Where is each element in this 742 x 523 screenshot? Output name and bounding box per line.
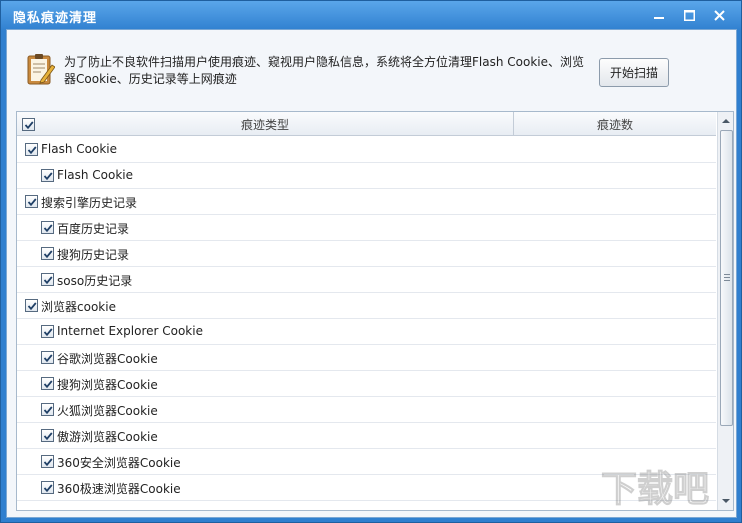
close-icon [713,9,725,21]
table-row[interactable]: 搜狗历史记录 [17,240,716,267]
table-row[interactable]: Flash Cookie [17,162,716,189]
title-bar[interactable]: 隐私痕迹清理 [1,1,741,29]
row-checkbox[interactable] [41,169,54,182]
row-label: 搜索引擎历史记录 [41,196,138,210]
minimize-icon [654,17,664,19]
row-label: 谷歌浏览器Cookie [57,352,158,366]
checkmark-icon [43,249,52,258]
row-label: 浏览器cookie [41,300,116,314]
checkmark-icon [27,197,36,206]
row-label: 百度历史记录 [57,222,130,236]
checkmark-icon [43,223,52,232]
window: 隐私痕迹清理 为了防止不良软件扫描用户使用痕迹、窥视用户隐私信息，系统将全方位清… [0,0,742,523]
info-text: 为了防止不良软件扫描用户使用痕迹、窥视用户隐私信息，系统将全方位清理Flash … [64,55,584,86]
vertical-scrollbar[interactable] [717,112,733,510]
row-checkbox[interactable] [41,403,54,416]
document-edit-icon [27,54,55,85]
maximize-button[interactable] [677,5,701,25]
row-checkbox[interactable] [41,455,54,468]
scroll-up-arrow-icon[interactable] [721,116,731,126]
row-checkbox[interactable] [41,481,54,494]
table-row[interactable]: 搜狗浏览器Cookie [17,370,716,397]
row-checkbox[interactable] [25,299,38,312]
checkmark-icon [43,457,52,466]
checkmark-icon [27,301,36,310]
column-header-type[interactable]: 痕迹类型 [17,112,514,136]
table-body: Flash Cookie Flash Cookie 搜索引擎历史记录 百度历史记录 搜狗… [17,137,716,501]
table-header: 痕迹类型 痕迹数 [17,112,716,136]
table-row[interactable]: 傲游浏览器Cookie [17,422,716,449]
svg-text:下载吧: 下载吧 [601,469,709,510]
row-label: 搜狗历史记录 [57,248,130,262]
row-label: Flash Cookie [41,142,117,156]
row-label: 搜狗浏览器Cookie [57,378,158,392]
maximize-icon [683,9,695,21]
checkmark-icon [24,120,33,129]
row-label: 360极速浏览器Cookie [57,482,181,496]
row-label: 360安全浏览器Cookie [57,456,181,470]
table-row[interactable]: Internet Explorer Cookie [17,318,716,345]
grip-icon [724,274,730,281]
row-checkbox[interactable] [41,351,54,364]
scrollbar-thumb[interactable] [720,130,733,426]
checkmark-icon [43,171,52,180]
close-button[interactable] [707,5,731,25]
row-checkbox[interactable] [41,377,54,390]
checkmark-icon [43,431,52,440]
table-row[interactable]: 百度历史记录 [17,214,716,241]
row-label: soso历史记录 [57,274,133,288]
checkmark-icon [43,353,52,362]
row-label: 火狐浏览器Cookie [57,404,158,418]
info-panel: 为了防止不良软件扫描用户使用痕迹、窥视用户隐私信息，系统将全方位清理Flash … [27,52,587,92]
row-checkbox[interactable] [41,247,54,260]
table-row[interactable]: 搜索引擎历史记录 [17,189,716,215]
trace-table: 痕迹类型 痕迹数 Flash Cookie Flash Cookie 搜索引擎历史记… [16,111,734,511]
checkmark-icon [27,145,36,154]
minimize-button[interactable] [647,5,671,25]
client-area: 为了防止不良软件扫描用户使用痕迹、窥视用户隐私信息，系统将全方位清理Flash … [6,29,737,518]
window-title: 隐私痕迹清理 [13,11,98,26]
checkmark-icon [43,327,52,336]
table-row[interactable]: Flash Cookie [17,137,716,163]
row-checkbox[interactable] [41,221,54,234]
table-row[interactable]: 火狐浏览器Cookie [17,396,716,423]
row-checkbox[interactable] [41,429,54,442]
row-label: Flash Cookie [57,168,133,182]
start-scan-button[interactable]: 开始扫描 [599,58,669,87]
row-checkbox[interactable] [41,325,54,338]
watermark-logo: 下载吧 [601,469,710,511]
checkmark-icon [43,275,52,284]
row-checkbox[interactable] [25,143,38,156]
select-all-checkbox[interactable] [22,118,35,131]
row-checkbox[interactable] [25,195,38,208]
row-checkbox[interactable] [41,273,54,286]
checkmark-icon [43,483,52,492]
table-row[interactable]: 浏览器cookie [17,293,716,319]
table-row[interactable]: soso历史记录 [17,266,716,293]
checkmark-icon [43,379,52,388]
row-label: Internet Explorer Cookie [57,324,203,338]
row-label: 傲游浏览器Cookie [57,430,158,444]
table-row[interactable]: 谷歌浏览器Cookie [17,344,716,371]
checkmark-icon [43,405,52,414]
column-header-count[interactable]: 痕迹数 [514,112,716,136]
